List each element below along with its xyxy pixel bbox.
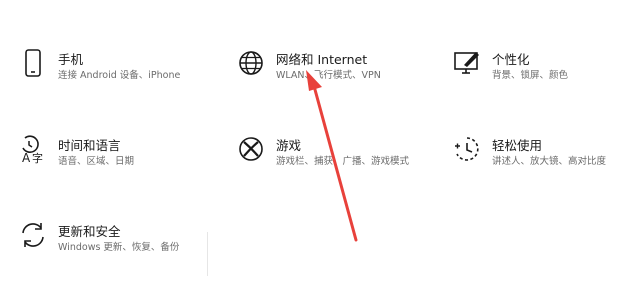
svg-text:字: 字 — [32, 151, 43, 164]
personalization-icon — [450, 46, 484, 80]
divider — [205, 232, 208, 276]
xbox-icon — [234, 132, 268, 166]
tile-title: 个性化 — [492, 52, 530, 67]
tile-description: Windows 更新、恢复、备份 — [58, 242, 180, 253]
tile-ease-of-access[interactable]: 轻松使用 讲述人、放大镜、高对比度 — [450, 132, 620, 184]
tile-title: 游戏 — [276, 138, 302, 153]
tile-title: 更新和安全 — [58, 224, 121, 239]
tile-description: 游戏栏、捕获、广播、游戏模式 — [276, 156, 410, 167]
tile-description: 语音、区域、日期 — [58, 156, 135, 167]
update-icon — [16, 218, 50, 252]
tile-network-internet[interactable]: 网络和 Internet WLAN、飞行模式、VPN — [234, 46, 424, 98]
tile-update-security[interactable]: 更新和安全 Windows 更新、恢复、备份 — [16, 218, 206, 270]
tile-title: 网络和 Internet — [276, 52, 368, 67]
tile-title: 轻松使用 — [492, 138, 543, 153]
tile-description: 背景、锁屏、颜色 — [492, 70, 569, 81]
tile-description: 讲述人、放大镜、高对比度 — [492, 156, 607, 167]
svg-text:A: A — [22, 151, 31, 164]
tile-gaming[interactable]: 游戏 游戏栏、捕获、广播、游戏模式 — [234, 132, 424, 184]
tile-personalization[interactable]: 个性化 背景、锁屏、颜色 — [450, 46, 620, 98]
tile-title: 手机 — [58, 52, 84, 67]
tile-description: 连接 Android 设备、iPhone — [58, 70, 181, 81]
tile-title: 时间和语言 — [58, 138, 121, 153]
tile-phone[interactable]: 手机 连接 Android 设备、iPhone — [16, 46, 206, 98]
ease-of-access-icon — [450, 132, 484, 166]
tile-description: WLAN、飞行模式、VPN — [276, 70, 381, 81]
time-language-icon: A 字 — [16, 132, 50, 166]
globe-icon — [234, 46, 268, 80]
tile-time-language[interactable]: A 字 时间和语言 语音、区域、日期 — [16, 132, 206, 184]
phone-icon — [16, 46, 50, 80]
